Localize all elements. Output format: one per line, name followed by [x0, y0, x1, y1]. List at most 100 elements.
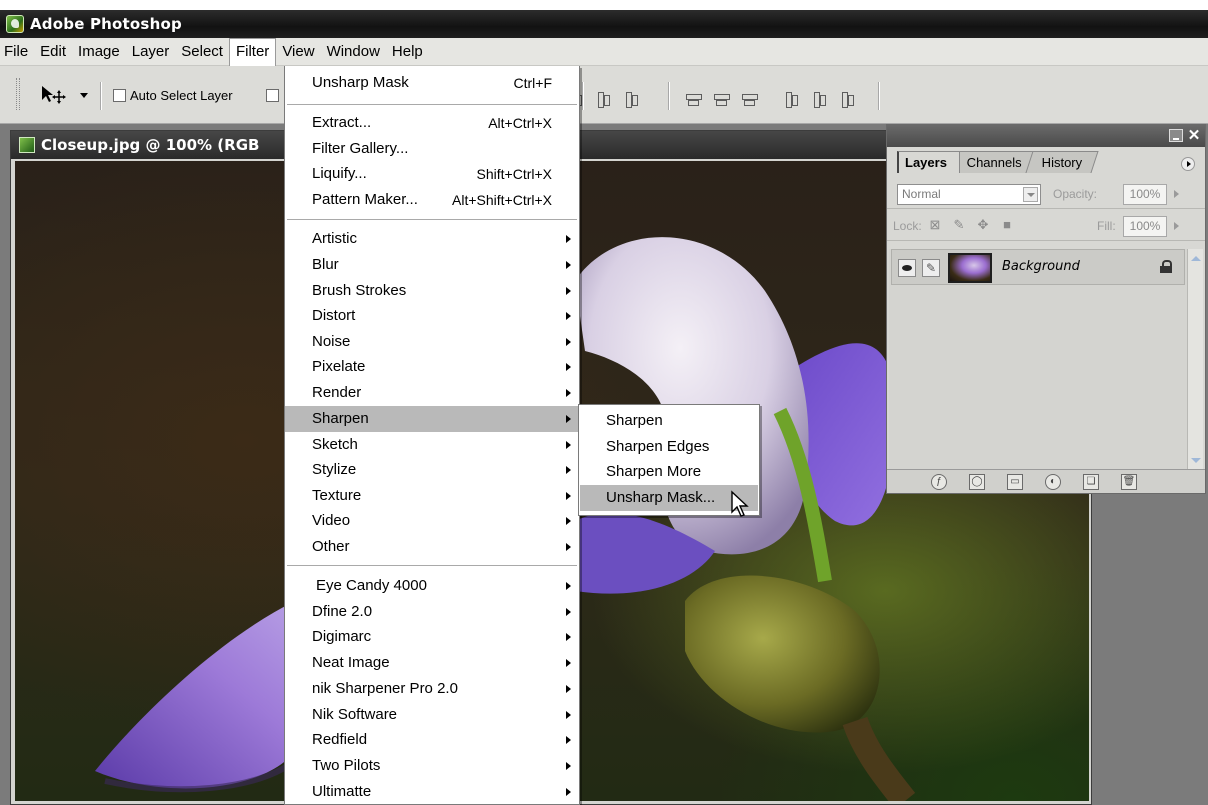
- submenu-arrow-icon: [566, 685, 571, 693]
- menu-item-two-pilots[interactable]: Two Pilots: [285, 753, 579, 779]
- menu-window[interactable]: Window: [321, 38, 386, 66]
- chevron-down-icon[interactable]: [1023, 187, 1038, 202]
- menu-item-filter-gallery[interactable]: Filter Gallery...: [285, 136, 579, 162]
- lock-image-icon[interactable]: ✎: [951, 217, 967, 233]
- menu-item-texture[interactable]: Texture: [285, 483, 579, 509]
- blend-mode-value: Normal: [902, 187, 941, 201]
- menu-item-label: Artistic: [312, 230, 357, 247]
- menu-item-label: Sharpen: [312, 410, 369, 427]
- options-bar: Auto Select Layer: [0, 66, 1208, 124]
- submenu-item-sharpen-edges[interactable]: Sharpen Edges: [580, 434, 758, 460]
- opacity-input[interactable]: 100%: [1123, 184, 1167, 205]
- menu-item-ultimatte[interactable]: Ultimatte: [285, 779, 579, 805]
- scroll-up-icon[interactable]: [1188, 251, 1203, 267]
- minimize-icon[interactable]: [1169, 129, 1183, 142]
- auto-select-layer-checkbox[interactable]: [113, 89, 126, 102]
- adjustment-layer-icon[interactable]: ◐: [1045, 474, 1061, 490]
- show-bounding-box-checkbox[interactable]: [266, 89, 279, 102]
- layer-style-icon[interactable]: ƒ: [931, 474, 947, 490]
- layer-row-background[interactable]: ✎ Background: [891, 249, 1185, 285]
- menu-item-neat-image[interactable]: Neat Image: [285, 650, 579, 676]
- menu-item-label: Stylize: [312, 461, 357, 478]
- menu-help[interactable]: Help: [386, 38, 429, 66]
- menu-item-video[interactable]: Video: [285, 508, 579, 534]
- menu-item-label: Pattern Maker...: [312, 191, 418, 208]
- distribute-vcenter-icon[interactable]: [712, 90, 730, 108]
- distribute-top-icon[interactable]: [684, 90, 702, 108]
- document-title: Closeup.jpg @ 100% (RGB: [41, 136, 260, 154]
- menu-image[interactable]: Image: [72, 38, 126, 66]
- distribute-right-icon[interactable]: [838, 90, 856, 108]
- menu-item-brush-strokes[interactable]: Brush Strokes: [285, 278, 579, 304]
- menu-item-shortcut: Ctrl+F: [513, 75, 553, 91]
- options-separator: [668, 82, 670, 110]
- fill-slider-arrow-icon[interactable]: [1171, 216, 1183, 237]
- fill-input[interactable]: 100%: [1123, 216, 1167, 237]
- align-vcenter-icon[interactable]: [594, 90, 612, 108]
- menu-file[interactable]: File: [0, 38, 34, 66]
- trash-icon[interactable]: 🗑: [1121, 474, 1137, 490]
- tab-layers[interactable]: Layers: [897, 151, 960, 173]
- tab-history[interactable]: History: [1025, 151, 1099, 173]
- submenu-item-sharpen-more[interactable]: Sharpen More: [580, 459, 758, 485]
- options-separator: [878, 82, 880, 110]
- menu-edit[interactable]: Edit: [34, 38, 72, 66]
- distribute-hcenter-icon[interactable]: [810, 90, 828, 108]
- menu-view[interactable]: View: [276, 38, 320, 66]
- menu-item-label: Brush Strokes: [312, 282, 407, 299]
- mouse-pointer-icon: [730, 490, 752, 518]
- menu-item-eye-candy[interactable]: Eye Candy 4000: [285, 573, 579, 599]
- align-right-icon[interactable]: [622, 90, 640, 108]
- move-tool-icon[interactable]: [40, 84, 66, 106]
- menu-item-nik-sharpener[interactable]: nik Sharpener Pro 2.0: [285, 676, 579, 702]
- tool-preset-dropdown-icon[interactable]: [80, 93, 88, 98]
- blend-mode-select[interactable]: Normal: [897, 184, 1041, 205]
- submenu-arrow-icon: [566, 517, 571, 525]
- menu-filter[interactable]: Filter: [228, 37, 277, 66]
- menu-item-artistic[interactable]: Artistic: [285, 226, 579, 252]
- menu-item-label: Dfine 2.0: [312, 603, 373, 620]
- layer-mask-icon[interactable]: ◯: [969, 474, 985, 490]
- menu-item-sketch[interactable]: Sketch: [285, 432, 579, 458]
- lock-label: Lock:: [893, 219, 922, 233]
- lock-icon: [1160, 260, 1172, 273]
- menu-item-pixelate[interactable]: Pixelate: [285, 354, 579, 380]
- distribute-bottom-icon[interactable]: [740, 90, 758, 108]
- menu-layer[interactable]: Layer: [126, 38, 176, 66]
- palette-menu-icon[interactable]: [1181, 157, 1195, 171]
- menu-item-label: Render: [312, 384, 362, 401]
- lock-position-icon[interactable]: ✥: [975, 217, 991, 233]
- palette-footer-buttons: ƒ ◯ ▭ ◐ ❏ 🗑: [931, 474, 1137, 490]
- visibility-eye-icon[interactable]: [898, 259, 916, 277]
- menu-item-blur[interactable]: Blur: [285, 252, 579, 278]
- new-layer-icon[interactable]: ❏: [1083, 474, 1099, 490]
- lock-all-icon[interactable]: ■: [999, 217, 1015, 233]
- menu-item-sharpen[interactable]: Sharpen: [285, 406, 579, 432]
- close-icon[interactable]: ✕: [1187, 128, 1201, 143]
- menu-select[interactable]: Select: [175, 38, 229, 66]
- app-title-bar[interactable]: Adobe Photoshop: [0, 10, 1208, 38]
- opacity-slider-arrow-icon[interactable]: [1171, 184, 1183, 205]
- menu-item-other[interactable]: Other: [285, 534, 579, 560]
- submenu-item-sharpen[interactable]: Sharpen: [580, 408, 758, 434]
- menu-item-extract[interactable]: Extract... Alt+Ctrl+X: [285, 110, 579, 136]
- lock-transparency-icon[interactable]: ⊠: [927, 217, 943, 233]
- menu-item-pattern-maker[interactable]: Pattern Maker... Alt+Shift+Ctrl+X: [285, 187, 579, 213]
- menu-item-stylize[interactable]: Stylize: [285, 457, 579, 483]
- submenu-arrow-icon: [566, 543, 571, 551]
- options-bar-grip[interactable]: [16, 78, 20, 110]
- menu-item-redfield[interactable]: Redfield: [285, 727, 579, 753]
- menu-item-distort[interactable]: Distort: [285, 303, 579, 329]
- palette-title-bar[interactable]: ✕: [887, 125, 1205, 147]
- scroll-down-icon[interactable]: [1188, 453, 1203, 469]
- menu-item-render[interactable]: Render: [285, 380, 579, 406]
- menu-item-liquify[interactable]: Liquify... Shift+Ctrl+X: [285, 161, 579, 187]
- menu-item-last-filter[interactable]: Unsharp Mask Ctrl+F: [285, 70, 579, 96]
- menu-item-noise[interactable]: Noise: [285, 329, 579, 355]
- distribute-left-icon[interactable]: [782, 90, 800, 108]
- new-group-icon[interactable]: ▭: [1007, 474, 1023, 490]
- menu-item-digimarc[interactable]: Digimarc: [285, 624, 579, 650]
- menu-item-nik-software[interactable]: Nik Software: [285, 702, 579, 728]
- menu-item-dfine[interactable]: Dfine 2.0: [285, 599, 579, 625]
- palette-scrollbar[interactable]: [1187, 249, 1203, 471]
